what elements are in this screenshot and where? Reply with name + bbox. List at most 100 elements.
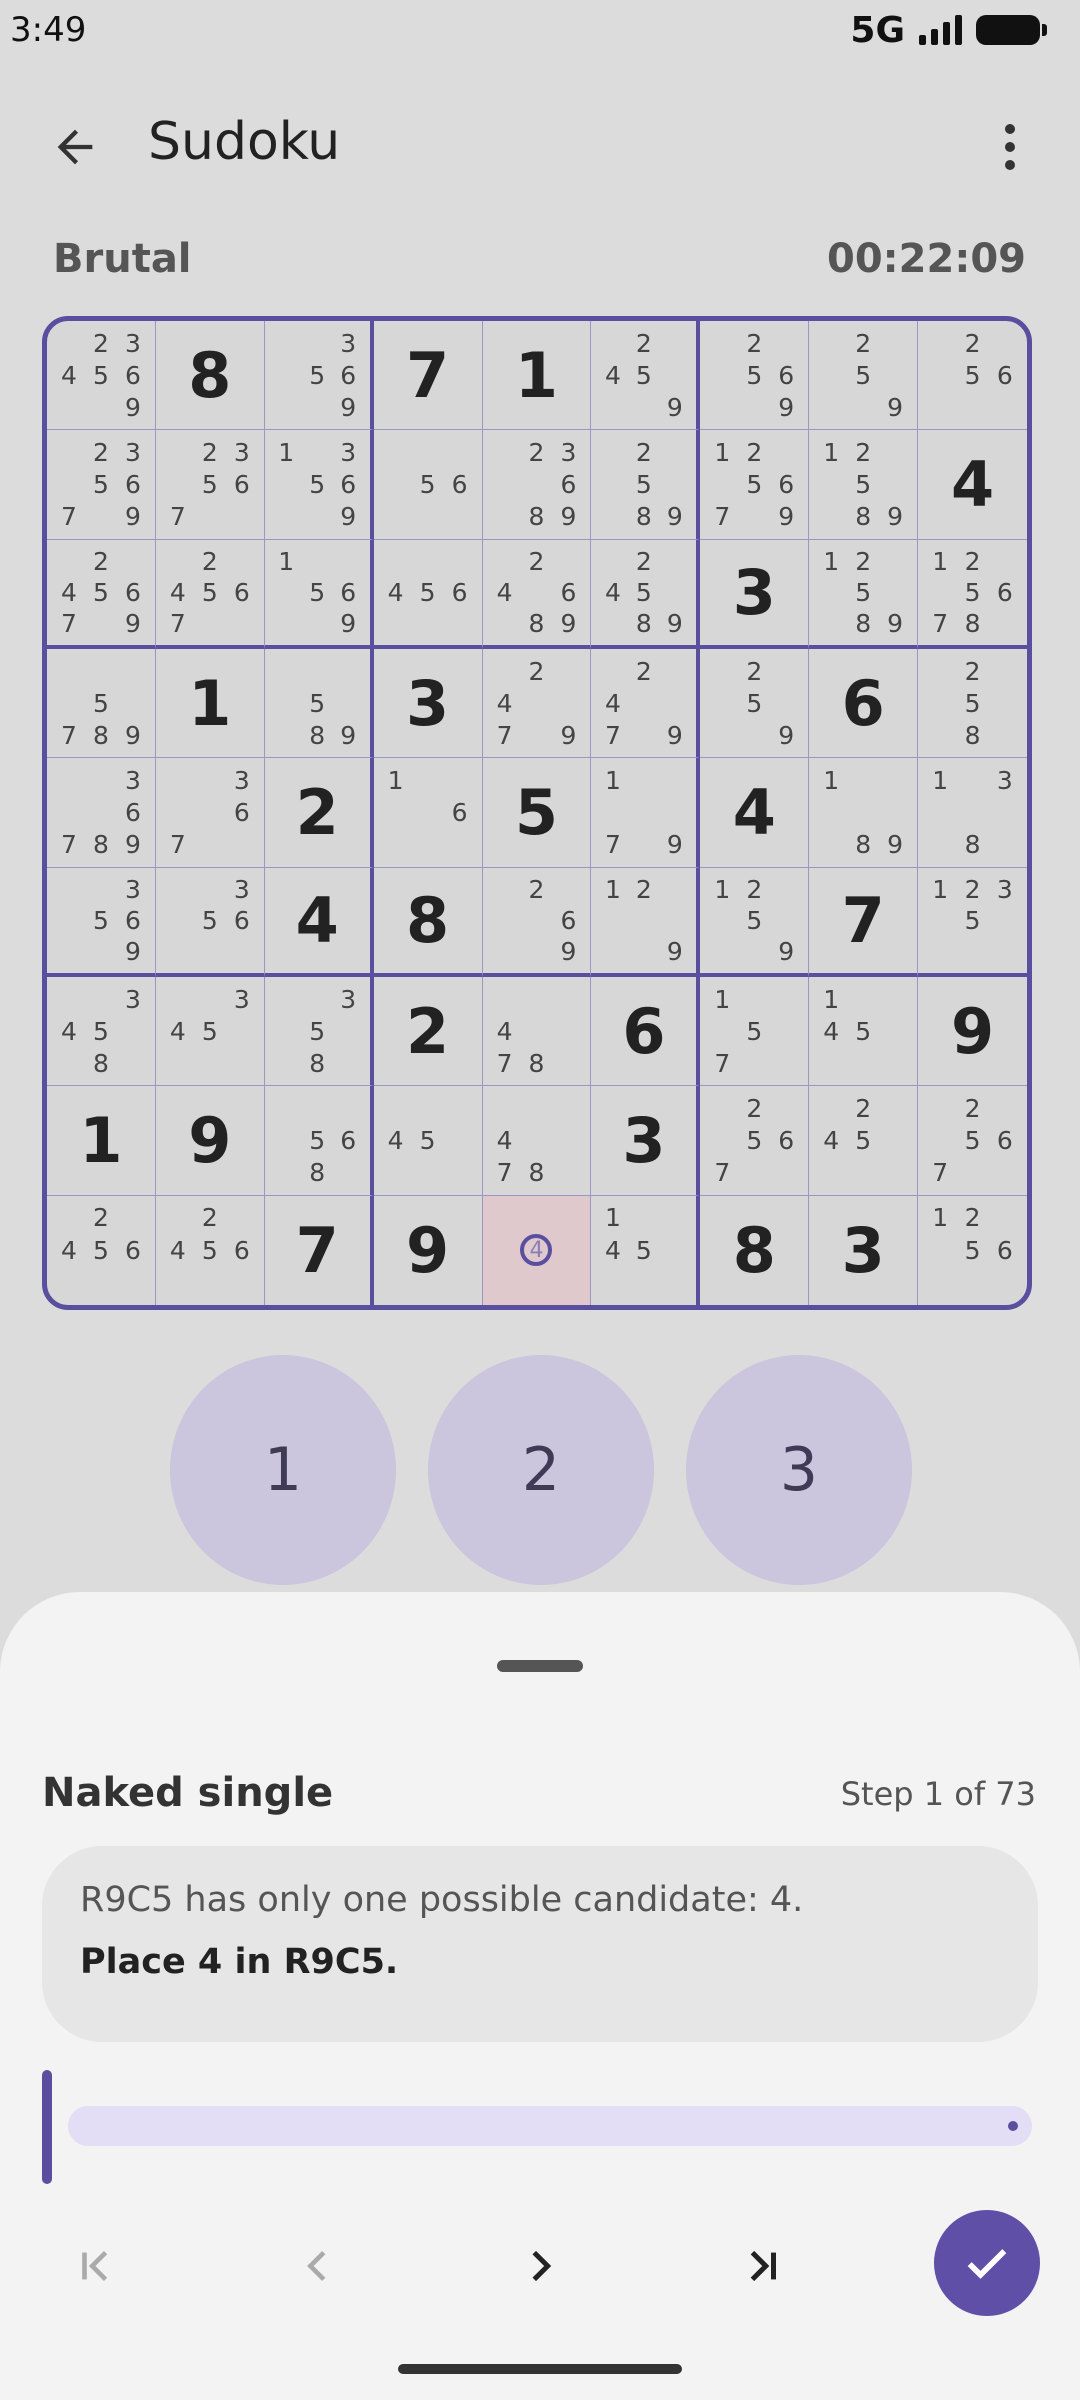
cell-r7c7[interactable]: 157 (700, 977, 810, 1087)
cell-r4c4[interactable]: 3 (373, 649, 483, 759)
cell-r1c2[interactable]: 8 (155, 321, 265, 431)
cell-r8c2[interactable]: 9 (155, 1086, 265, 1196)
cell-r9c5[interactable]: 4 (482, 1195, 592, 1305)
cell-r9c6[interactable]: 145 (591, 1195, 701, 1305)
cell-r1c1[interactable]: 23 4569 (47, 321, 156, 431)
sheet-drag-handle[interactable] (497, 1660, 583, 1672)
cell-r7c3[interactable]: 358 (264, 977, 374, 1087)
home-indicator[interactable] (398, 2364, 682, 2374)
cell-r5c9[interactable]: 1 3 8 (918, 758, 1027, 868)
numpad-button-1[interactable]: 1 (170, 1355, 396, 1585)
cell-r6c2[interactable]: 356 (155, 867, 265, 977)
cell-r1c7[interactable]: 2569 (700, 321, 810, 431)
cell-r1c6[interactable]: 2459 (591, 321, 701, 431)
previous-step-button[interactable] (278, 2226, 358, 2306)
cell-r8c3[interactable]: 568 (264, 1086, 374, 1196)
cell-r2c1[interactable]: 2356 7 9 (47, 430, 156, 540)
cell-r2c4[interactable]: 56 (373, 430, 483, 540)
cell-r1c9[interactable]: 256 (918, 321, 1027, 431)
cell-r1c8[interactable]: 259 (809, 321, 919, 431)
cell-r7c9[interactable]: 9 (918, 977, 1027, 1087)
cell-r2c7[interactable]: 1256 7 9 (700, 430, 810, 540)
candidate-empty (380, 501, 412, 533)
apply-hint-button[interactable] (934, 2210, 1040, 2316)
cell-r7c2[interactable]: 3 45 (155, 977, 265, 1087)
cell-r8c9[interactable]: 256 7 (918, 1086, 1027, 1196)
cell-r3c2[interactable]: 2456 7 (155, 539, 265, 649)
cell-r3c3[interactable]: 1569 (264, 539, 374, 649)
cell-r3c4[interactable]: 456 (373, 539, 483, 649)
back-button[interactable] (40, 112, 110, 182)
cell-r8c5[interactable]: 478 (482, 1086, 592, 1196)
cell-r9c8[interactable]: 3 (809, 1195, 919, 1305)
cell-r9c2[interactable]: 2456 (156, 1195, 265, 1305)
cell-r6c7[interactable]: 1259 (700, 867, 810, 977)
cell-r7c8[interactable]: 145 (809, 977, 919, 1087)
cell-r6c3[interactable]: 4 (264, 867, 374, 977)
cell-r8c7[interactable]: 256 7 (700, 1086, 810, 1196)
cell-r8c4[interactable]: 45 (373, 1086, 483, 1196)
cell-r2c2[interactable]: 2356 7 (155, 430, 265, 540)
cell-r4c6[interactable]: 247 9 (591, 649, 701, 759)
cell-r1c4[interactable]: 7 (373, 321, 483, 431)
cell-r9c9[interactable]: 1256 (918, 1196, 1027, 1305)
candidate-8: 8 (528, 608, 545, 638)
step-slider-thumb[interactable] (42, 2070, 52, 2184)
cell-r9c1[interactable]: 2456 (47, 1195, 156, 1305)
cell-r2c8[interactable]: 12589 (809, 430, 919, 540)
cell-r3c6[interactable]: 24589 (591, 539, 701, 649)
cell-r5c7[interactable]: 4 (700, 758, 810, 868)
cell-r2c9[interactable]: 4 (918, 430, 1027, 540)
cell-r4c1[interactable]: 5789 (47, 649, 156, 759)
cell-r8c8[interactable]: 245 (809, 1086, 919, 1196)
candidate-empty (85, 936, 117, 967)
cell-r4c8[interactable]: 6 (809, 649, 919, 759)
cell-r7c6[interactable]: 6 (591, 977, 701, 1087)
cell-r7c5[interactable]: 478 (482, 977, 592, 1087)
cell-r7c1[interactable]: 3 458 (47, 977, 156, 1087)
cell-r5c2[interactable]: 36 7 (155, 758, 265, 868)
last-step-button[interactable] (722, 2226, 802, 2306)
cell-r6c5[interactable]: 269 (482, 867, 592, 977)
numpad-button-3[interactable]: 3 (686, 1355, 912, 1585)
cell-r3c5[interactable]: 24 689 (482, 539, 592, 649)
cell-r7c4[interactable]: 2 (373, 977, 483, 1087)
more-options-button[interactable] (980, 112, 1040, 182)
cell-r3c7[interactable]: 3 (700, 539, 810, 649)
next-step-button[interactable] (500, 2226, 580, 2306)
step-slider-track[interactable] (68, 2106, 1032, 2146)
cell-r4c3[interactable]: 589 (264, 649, 374, 759)
cell-r9c7[interactable]: 8 (700, 1195, 810, 1305)
cell-r6c9[interactable]: 1235 (918, 868, 1027, 977)
cell-r5c3[interactable]: 2 (264, 758, 374, 868)
cell-r3c1[interactable]: 2456 7 9 (47, 539, 156, 649)
cell-r6c4[interactable]: 8 (373, 867, 483, 977)
cell-r8c6[interactable]: 3 (591, 1086, 701, 1196)
cell-r4c2[interactable]: 1 (155, 649, 265, 759)
cell-r3c8[interactable]: 12589 (809, 539, 919, 649)
cell-r5c1[interactable]: 36 789 (47, 758, 156, 868)
cell-r9c4[interactable]: 9 (374, 1195, 483, 1305)
cell-r5c5[interactable]: 5 (482, 758, 592, 868)
cell-r5c4[interactable]: 16 (373, 758, 483, 868)
cell-r5c6[interactable]: 1 7 9 (591, 758, 701, 868)
candidate-empty (597, 436, 628, 468)
cell-r4c9[interactable]: 258 (918, 649, 1027, 759)
cell-r5c8[interactable]: 1 89 (809, 758, 919, 868)
cell-r1c3[interactable]: 3569 (264, 321, 374, 431)
cell-r4c7[interactable]: 259 (700, 649, 810, 759)
cell-r6c6[interactable]: 12 9 (591, 867, 701, 977)
cell-r2c3[interactable]: 1 3569 (264, 430, 374, 540)
cell-r1c5[interactable]: 1 (482, 321, 592, 431)
numpad-button-2[interactable]: 2 (428, 1355, 654, 1585)
cell-r9c3[interactable]: 7 (265, 1195, 374, 1305)
cell-r6c8[interactable]: 7 (809, 867, 919, 977)
first-step-button[interactable] (56, 2226, 136, 2306)
cell-r8c1[interactable]: 1 (47, 1086, 156, 1196)
cell-r3c9[interactable]: 1256 78 (918, 540, 1027, 649)
cell-r2c6[interactable]: 2589 (591, 430, 701, 540)
cell-r4c5[interactable]: 247 9 (482, 649, 592, 759)
cell-r6c1[interactable]: 3569 (47, 867, 156, 977)
candidate-empty (117, 1267, 149, 1299)
cell-r2c5[interactable]: 23689 (482, 430, 592, 540)
